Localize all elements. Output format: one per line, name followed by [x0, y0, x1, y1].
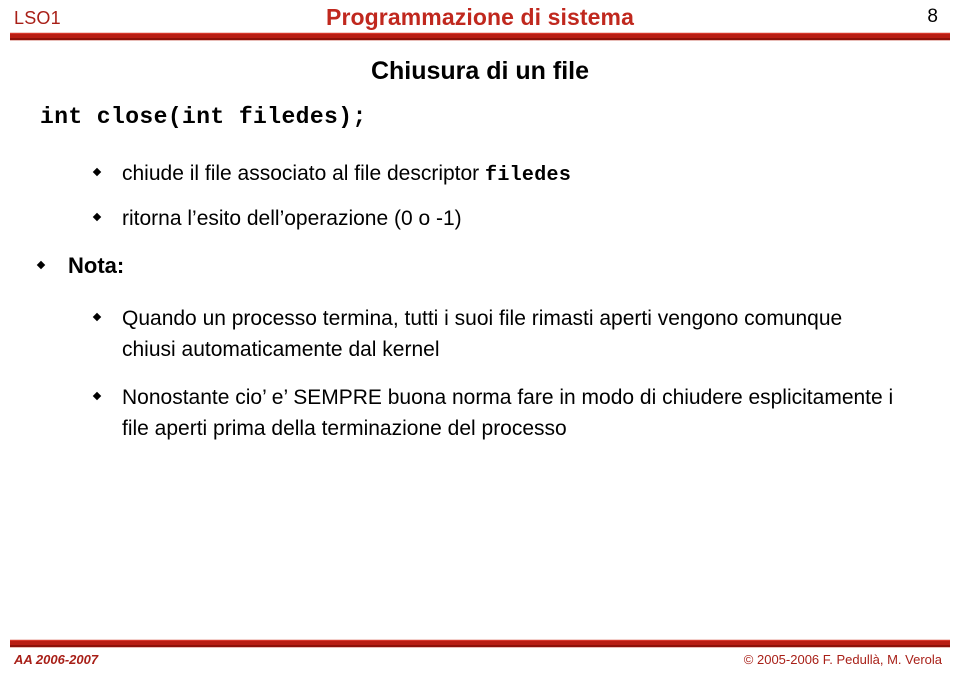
slide-title: Chiusura di un file: [370, 57, 590, 85]
diamond-bullet-icon: [92, 391, 102, 401]
footer-academic-year: AA 2006-2007: [14, 652, 99, 667]
diamond-bullet-icon: [36, 260, 46, 270]
footer-divider-bar: [10, 639, 950, 648]
list-item: ritorna l’esito dell’operazione (0 o -1): [92, 203, 894, 234]
code-signature: int close(int filedes);: [40, 104, 367, 130]
list-item-text: Nonostante cio’ e’ SEMPRE buona norma fa…: [122, 386, 894, 440]
list-item: Quando un processo termina, tutti i suoi…: [92, 303, 894, 365]
presentation-title: Programmazione di sistema: [326, 4, 634, 30]
list-item: chiude il file associato al file descrip…: [92, 158, 894, 191]
diamond-bullet-icon: [92, 212, 102, 222]
inline-code-filedes: filedes: [485, 164, 572, 187]
header-divider-bar: [10, 32, 950, 41]
diamond-bullet-icon: [92, 312, 102, 322]
list-item-text-lead: chiude il file associato al file descrip…: [122, 162, 486, 185]
nota-label: Nota:: [68, 253, 125, 278]
diamond-bullet-icon: [92, 167, 102, 177]
list-item: Nonostante cio’ e’ SEMPRE buona norma fa…: [92, 382, 894, 444]
list-item-nota: Nota:: [36, 250, 898, 282]
slide-page-number: 8: [927, 6, 938, 27]
list-item-text: chiude il file associato al file descrip…: [122, 158, 894, 191]
list-item-text: Quando un processo termina, tutti i suoi…: [122, 307, 843, 361]
footer-copyright: © 2005-2006 F. Pedullà, M. Verola: [743, 652, 942, 667]
list-item-text: ritorna l’esito dell’operazione (0 o -1): [122, 207, 462, 230]
